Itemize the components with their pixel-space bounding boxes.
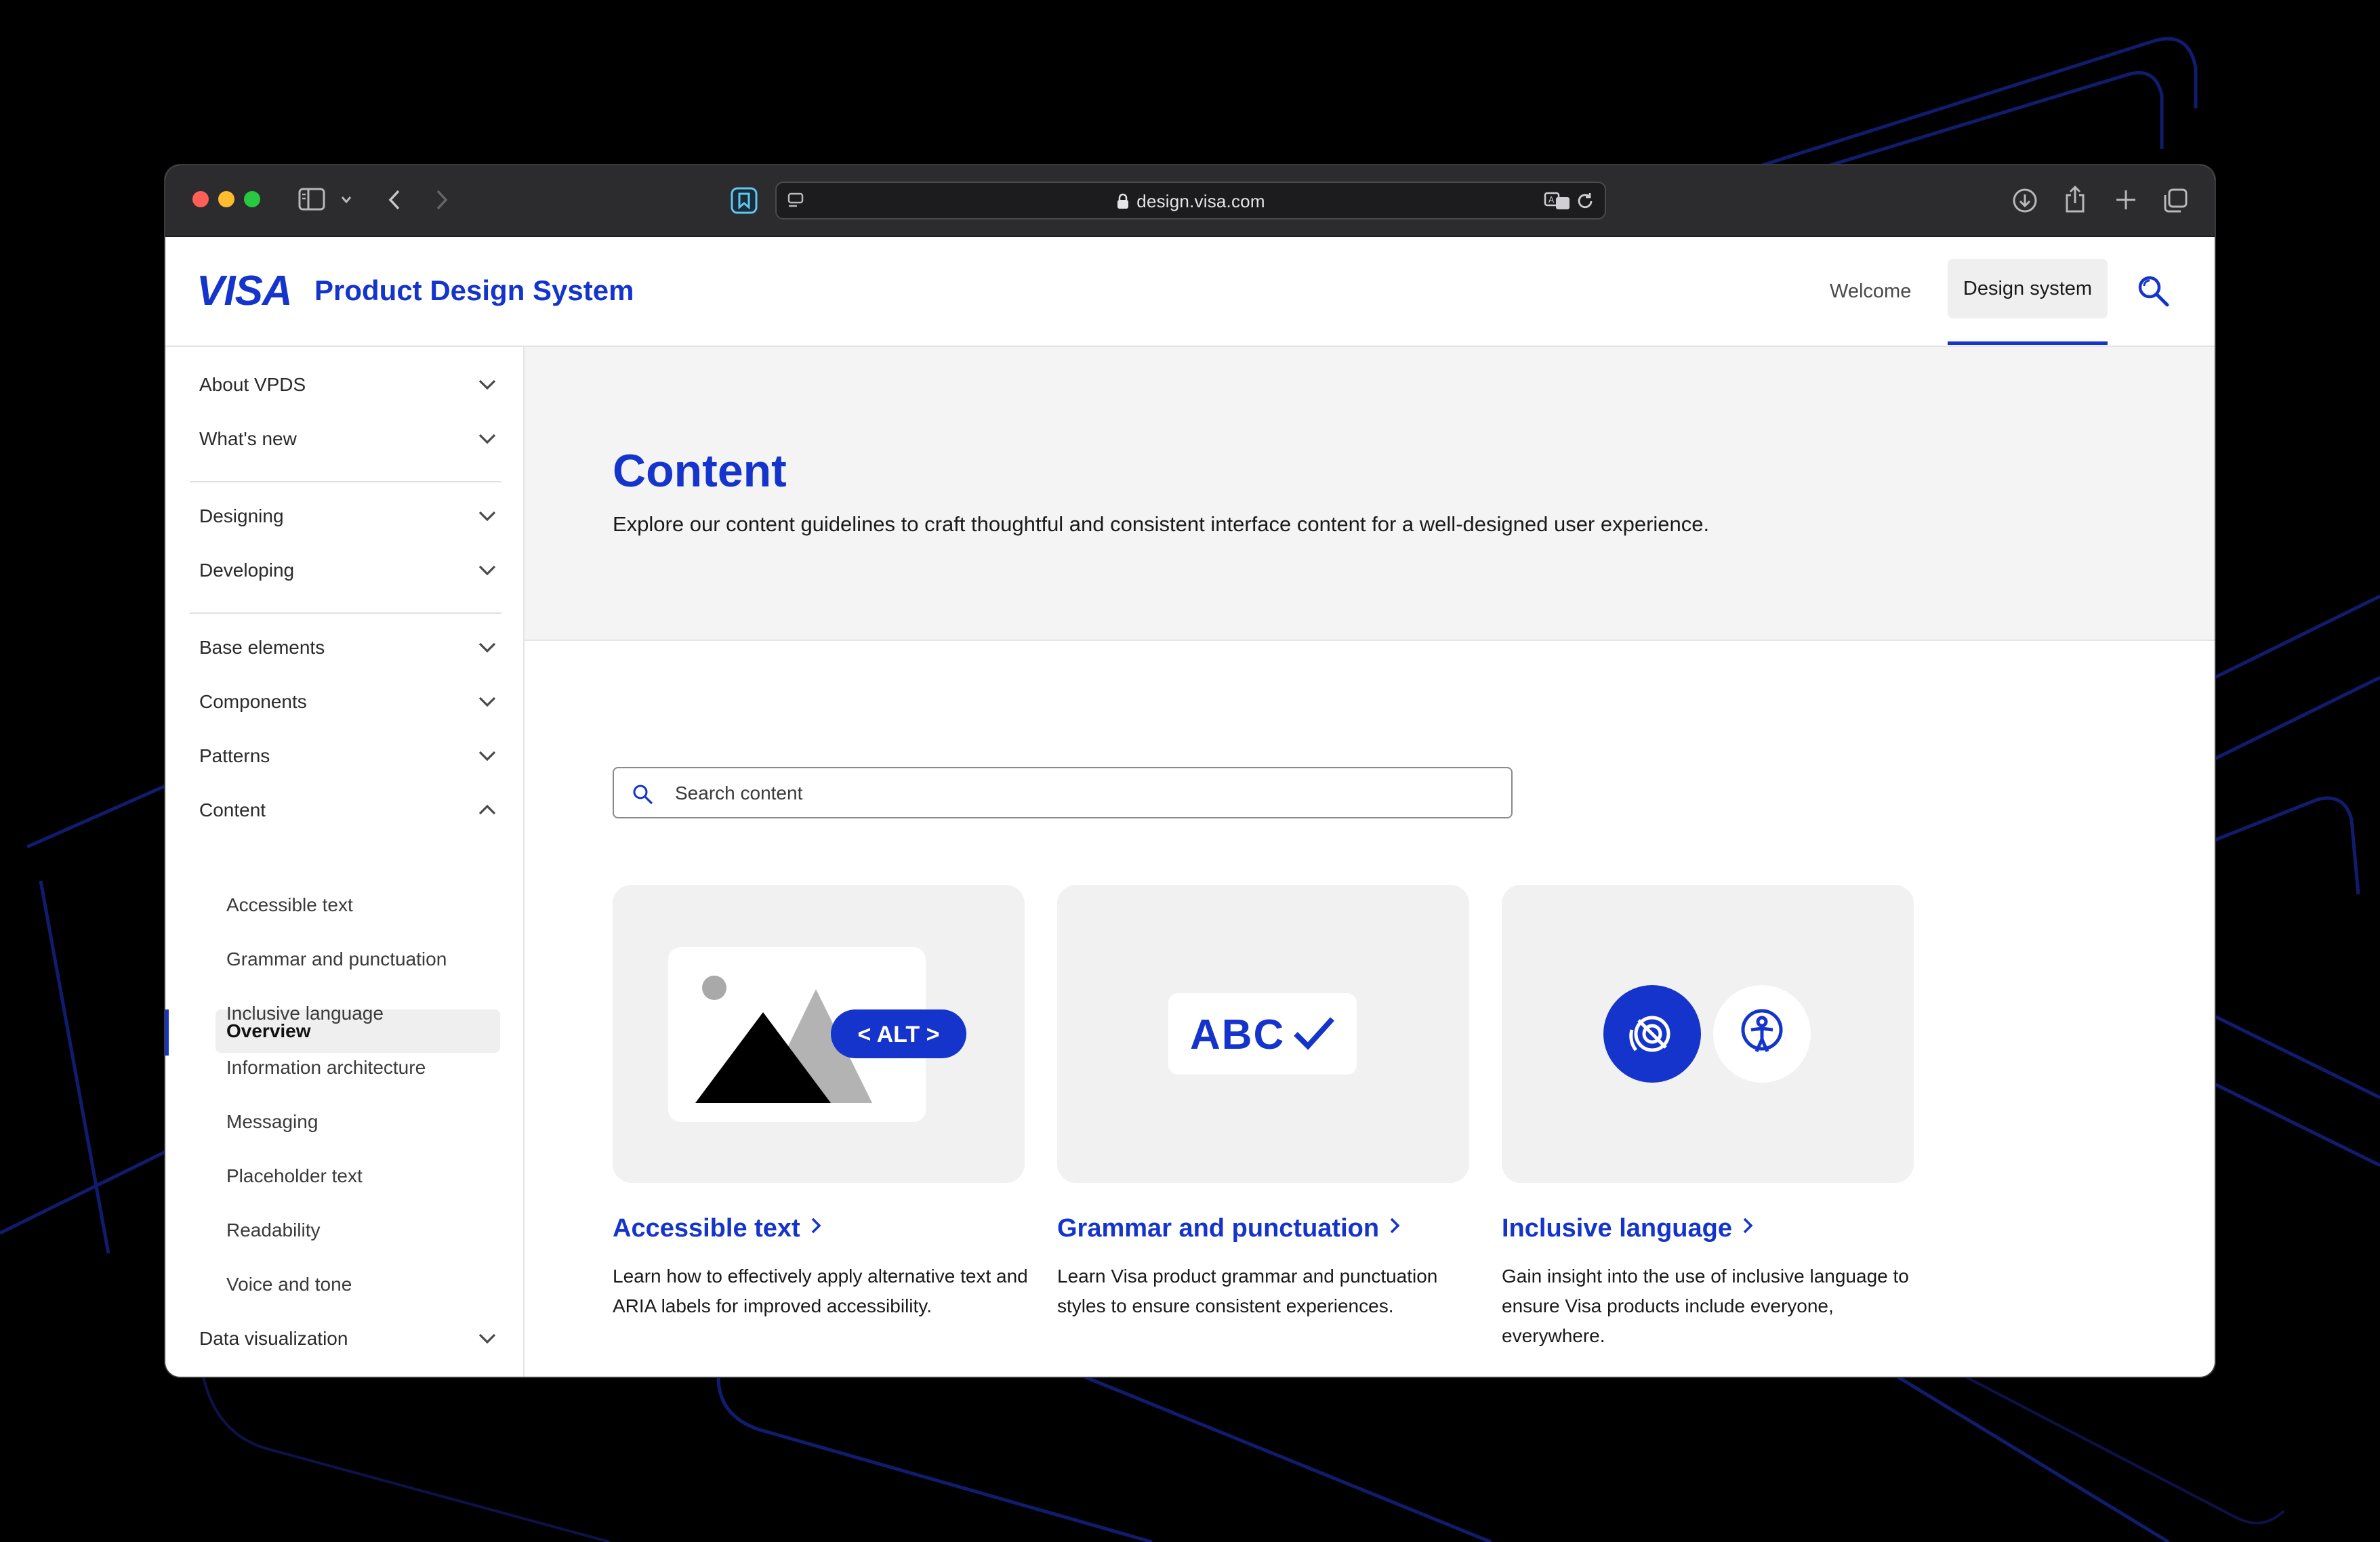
search-icon [633,785,653,804]
sidebar-subitem-accessible-text[interactable]: Accessible text [216,883,500,927]
search-content-input[interactable] [674,768,1490,818]
reload-icon[interactable] [1575,191,1595,211]
card-title: Inclusive language [1502,1214,1732,1243]
sidebar-item-label: What's new [199,428,297,449]
chevron-up-icon [478,804,496,815]
site-title[interactable]: Product Design System [314,274,634,307]
card-link-grammar-and-punctuation[interactable]: Grammar and punctuation [1057,1214,1401,1243]
card-description: Learn how to effectively apply alternati… [613,1266,1028,1316]
sidebar-item-label: About VPDS [199,374,306,395]
new-tab-icon[interactable] [2114,188,2137,211]
inclusive-language-illustration-icon [1603,985,1811,1083]
translate-icon[interactable]: A [1544,191,1571,211]
share-icon[interactable] [2063,184,2087,214]
tabs-icon[interactable] [2162,187,2189,214]
sidebar-subitem-voice-and-tone[interactable]: Voice and tone [216,1263,500,1306]
zoom-window-button[interactable] [244,191,260,207]
search-content-field[interactable] [613,767,1513,818]
sidebar-subitem-messaging[interactable]: Messaging [216,1100,500,1144]
sidebar-item-content[interactable]: Content [199,789,497,832]
close-window-button[interactable] [192,191,209,207]
sidebar-item-label: Patterns [199,745,270,766]
card-link-accessible-text[interactable]: Accessible text [613,1214,822,1243]
sidebar-active-indicator [165,1009,169,1056]
sidebar-divider [190,612,501,614]
sidebar-item-whats-new[interactable]: What's new [199,417,497,461]
chevron-down-icon [478,1333,496,1344]
search-icon[interactable] [2135,272,2171,309]
card-title: Grammar and punctuation [1057,1214,1380,1243]
extension-icon[interactable] [731,187,758,214]
nav-welcome[interactable]: Welcome [1830,237,1911,346]
sidebar-subitem-readability[interactable]: Readability [216,1209,500,1252]
url-text: design.visa.com [1136,191,1265,211]
card-illustration: ABC [1057,885,1469,1183]
alt-badge-text: < ALT > [858,1022,940,1047]
chevron-right-icon [811,1217,821,1234]
card-description: Gain insight into the use of inclusive l… [1502,1266,1909,1346]
card-title: Accessible text [613,1214,800,1243]
sidebar-item-components[interactable]: Components [199,680,497,724]
chevron-right-icon [1390,1217,1400,1234]
sidebar-icon[interactable] [298,187,325,211]
nav-active-indicator [1948,341,2108,345]
browser-toolbar: design.visa.com A [165,165,2215,237]
sidebar-item-about-vpds[interactable]: About VPDS [199,363,497,407]
sidebar-subitem-information-architecture[interactable]: Information architecture [216,1046,500,1089]
lock-icon [1117,193,1129,209]
sidebar-subitem-placeholder-text[interactable]: Placeholder text [216,1154,500,1198]
sidebar-item-label: Designing [199,505,284,526]
chevron-down-icon[interactable] [340,195,352,205]
card-illustration: < ALT > [613,885,1025,1183]
site-header: VISA Product Design System Welcome Desig… [165,237,2215,347]
sidebar-item-label: Components [199,691,307,712]
sidebar-subitem-inclusive-language[interactable]: Inclusive language [216,992,500,1035]
image-alt-illustration-icon: < ALT > [668,947,966,1122]
page-title: Content [613,445,787,497]
sidebar-divider [190,481,501,482]
card-illustration [1502,885,1914,1183]
card-description: Learn Visa product grammar and punctuati… [1057,1266,1438,1316]
sidebar-subitem-grammar-and-punctuation[interactable]: Grammar and punctuation [216,938,500,981]
checkmark-icon [1294,1017,1334,1050]
visa-logo[interactable]: VISA [197,267,293,315]
sidebar-item-base-elements[interactable]: Base elements [199,626,497,669]
main-content: < ALT > Accessible text Learn how to eff… [525,641,2215,1377]
address-bar[interactable]: design.visa.com A [775,182,1606,220]
page-description: Explore our content guidelines to craft … [613,512,1710,536]
abc-badge: ABC [1168,993,1357,1075]
chevron-down-icon [478,379,496,390]
chevron-down-icon [478,434,496,444]
nav-design-system[interactable]: Design system [1948,259,2108,318]
minimize-window-button[interactable] [218,191,234,207]
chevron-down-icon [478,565,496,576]
hero-banner: Content Explore our content guidelines t… [525,347,2215,641]
svg-text:A: A [1548,195,1555,205]
chevron-down-icon [478,511,496,522]
browser-window: design.visa.com A VISA Product Design Sy… [165,165,2215,1377]
chevron-right-icon [1743,1217,1753,1234]
sidebar-item-patterns[interactable]: Patterns [199,734,497,778]
sidebar-item-designing[interactable]: Designing [199,495,497,538]
abc-badge-text: ABC [1190,1012,1286,1058]
chevron-down-icon [478,751,496,762]
sidebar-item-label: Base elements [199,637,325,658]
download-icon[interactable] [2011,187,2038,214]
card-link-inclusive-language[interactable]: Inclusive language [1502,1214,1754,1243]
chevron-down-icon [478,696,496,707]
chevron-down-icon [478,642,496,653]
back-icon[interactable] [386,188,403,211]
sidebar-item-data-visualization[interactable]: Data visualization [199,1317,497,1360]
sidebar-item-label: Content [199,799,266,820]
sidebar-item-label: Developing [199,560,295,581]
sidebar-item-developing[interactable]: Developing [199,549,497,592]
forward-icon[interactable] [434,188,450,211]
sidebar-item-label: Data visualization [199,1328,348,1349]
